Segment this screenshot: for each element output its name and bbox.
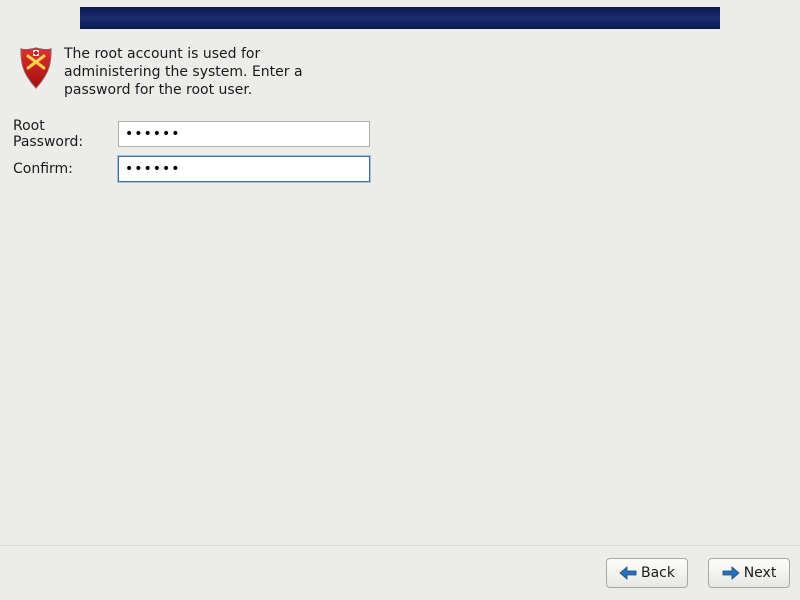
intro-row: The root account is used for administeri… [13,46,787,100]
root-password-input[interactable] [118,121,370,147]
shield-icon [18,46,54,90]
confirm-row: Confirm: [13,156,787,182]
arrow-left-icon [619,566,637,580]
footer-bar: Back Next [0,545,800,600]
root-password-label: Root Password: [13,118,118,150]
arrow-right-icon [722,566,740,580]
confirm-label: Confirm: [13,161,118,177]
confirm-password-input[interactable] [118,156,370,182]
header-band [80,7,720,29]
password-row: Root Password: [13,118,787,150]
back-button-label: Back [641,565,675,581]
next-button[interactable]: Next [708,558,790,588]
intro-text: The root account is used for administeri… [64,46,354,100]
next-button-label: Next [744,565,777,581]
back-button[interactable]: Back [606,558,688,588]
main-content: The root account is used for administeri… [13,46,787,188]
